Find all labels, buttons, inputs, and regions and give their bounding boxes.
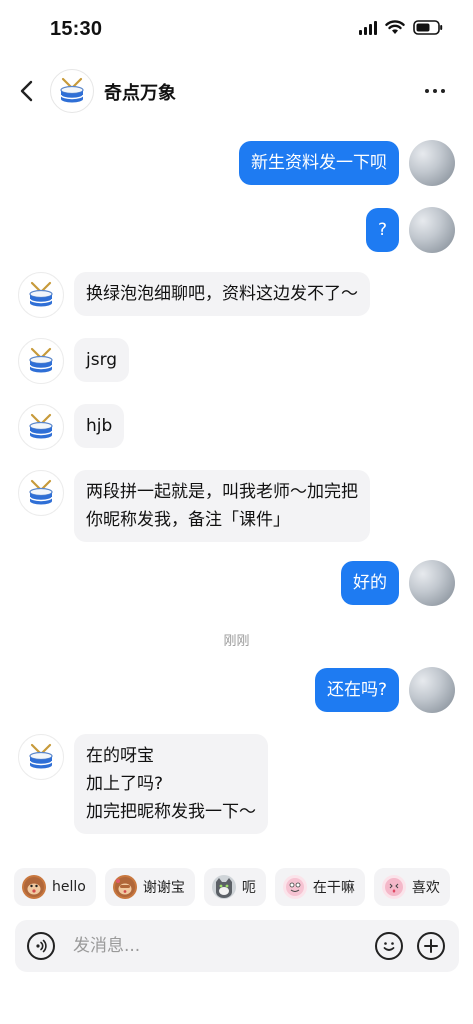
more-options-button[interactable] <box>425 82 447 100</box>
message-bubble-outgoing[interactable]: ? <box>365 208 399 252</box>
contact-avatar[interactable] <box>18 734 64 780</box>
drum-icon <box>29 413 53 439</box>
drum-icon <box>29 743 53 769</box>
dot-icon <box>433 89 437 93</box>
quick-reply-label: 谢谢宝 <box>142 880 185 896</box>
sound-wave-icon <box>36 939 47 953</box>
message-input-bar <box>15 920 459 972</box>
quick-reply-chip[interactable]: 喜欢 <box>373 868 450 906</box>
message-row-outgoing: 好的 <box>0 560 473 606</box>
chat-header: 奇点万象 <box>0 62 473 120</box>
chevron-left-icon <box>20 80 33 102</box>
contact-avatar[interactable] <box>18 404 64 450</box>
message-bubble-incoming[interactable]: jsrg <box>74 338 130 382</box>
contact-avatar[interactable] <box>18 470 64 516</box>
sticker-emoji-icon <box>381 875 406 899</box>
message-bubble-incoming[interactable]: 两段拼一起就是，叫我老师～加完把 你昵称发我，备注「课件」 <box>74 470 370 542</box>
status-time: 15:30 <box>50 18 103 40</box>
quick-reply-label: 在干嘛 <box>312 880 355 896</box>
emoji-button[interactable] <box>375 932 403 960</box>
my-avatar[interactable] <box>409 560 455 606</box>
drum-icon <box>60 77 84 103</box>
my-avatar[interactable] <box>409 667 455 713</box>
drum-icon <box>29 479 53 505</box>
message-bubble-outgoing[interactable]: 好的 <box>341 561 399 605</box>
status-bar: 15:30 <box>0 0 473 62</box>
battery-icon <box>413 20 443 35</box>
back-button[interactable] <box>16 77 40 105</box>
monkey-emoji-icon <box>22 875 46 899</box>
message-bubble-outgoing[interactable]: 新生资料发一下呗 <box>239 141 399 185</box>
my-avatar[interactable] <box>409 140 455 186</box>
quick-reply-chip[interactable]: hello <box>14 868 96 906</box>
contact-name[interactable]: 奇点万象 <box>104 79 176 105</box>
monkey-emoji-icon <box>112 875 137 899</box>
drum-icon <box>29 281 53 307</box>
message-row-outgoing: 还在吗? <box>0 667 473 713</box>
quick-reply-chip[interactable]: 谢谢宝 <box>104 868 195 906</box>
add-attachment-button[interactable] <box>417 932 445 960</box>
message-row-incoming: jsrg <box>0 338 473 384</box>
status-icons <box>359 20 443 35</box>
dot-icon <box>441 89 445 93</box>
dot-icon <box>425 89 429 93</box>
voice-input-button[interactable] <box>27 932 55 960</box>
message-row-outgoing: 新生资料发一下呗 <box>0 140 473 186</box>
sticker-emoji-icon <box>282 875 307 899</box>
signal-icon <box>359 20 377 35</box>
quick-reply-label: hello <box>52 879 86 895</box>
drum-icon <box>29 347 53 373</box>
message-bubble-incoming[interactable]: 在的呀宝 加上了吗? 加完把昵称发我一下～ <box>74 734 268 834</box>
message-timestamp: 刚刚 <box>223 634 250 649</box>
message-row-incoming: hjb <box>0 404 473 450</box>
quick-reply-label: 呃 <box>241 880 256 896</box>
wifi-icon <box>385 20 405 35</box>
quick-reply-label: 喜欢 <box>411 880 440 896</box>
contact-avatar[interactable] <box>18 272 64 318</box>
message-list[interactable]: 新生资料发一下呗 ? 换绿泡泡细聊吧，资料这边发不了～ jsrg hjb 两段拼… <box>0 120 473 860</box>
cat-emoji-icon <box>211 875 236 899</box>
quick-reply-bar: hello 谢谢宝 呃 在干嘛 喜欢 <box>14 868 473 908</box>
contact-avatar[interactable] <box>50 69 94 113</box>
message-row-incoming: 两段拼一起就是，叫我老师～加完把 你昵称发我，备注「课件」 <box>0 470 473 544</box>
message-row-incoming: 在的呀宝 加上了吗? 加完把昵称发我一下～ <box>0 734 473 834</box>
quick-reply-chip[interactable]: 在干嘛 <box>274 868 365 906</box>
my-avatar[interactable] <box>409 207 455 253</box>
message-row-outgoing: ? <box>0 207 473 253</box>
contact-avatar[interactable] <box>18 338 64 384</box>
quick-reply-chip[interactable]: 呃 <box>203 868 266 906</box>
message-bubble-incoming[interactable]: 换绿泡泡细聊吧，资料这边发不了～ <box>74 272 370 316</box>
message-input[interactable] <box>73 934 353 958</box>
message-bubble-incoming[interactable]: hjb <box>74 404 125 448</box>
message-bubble-outgoing[interactable]: 还在吗? <box>314 668 399 712</box>
plus-icon <box>424 939 438 953</box>
smiley-icon <box>383 942 395 951</box>
message-row-incoming: 换绿泡泡细聊吧，资料这边发不了～ <box>0 272 473 318</box>
